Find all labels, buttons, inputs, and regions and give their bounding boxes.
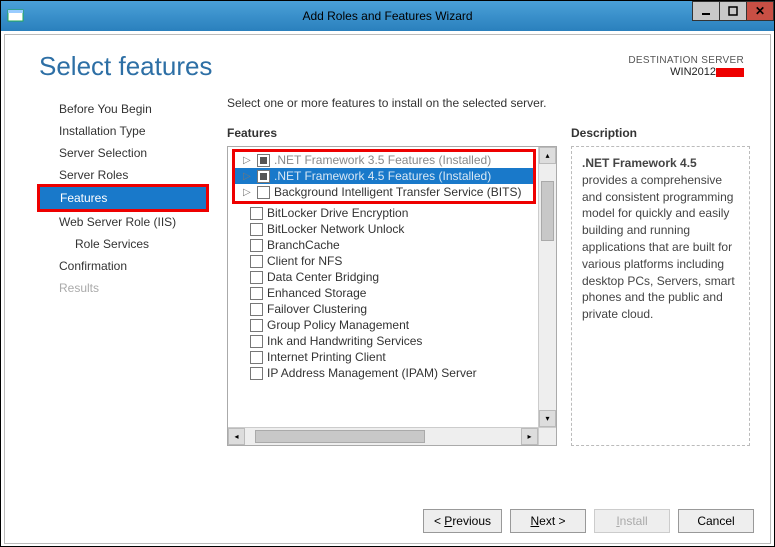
hscroll-thumb[interactable] [255, 430, 425, 443]
wizard-page: Select features DESTINATION SERVER WIN20… [4, 34, 771, 544]
nav-item-results: Results [15, 277, 215, 299]
vertical-scrollbar[interactable]: ▴ ▾ [538, 147, 556, 427]
minimize-button[interactable] [692, 1, 720, 21]
maximize-button[interactable] [719, 1, 747, 21]
feature-item[interactable]: ▷ .NET Framework 3.5 Features (Installed) [235, 152, 533, 168]
window-title: Add Roles and Features Wizard [302, 9, 472, 23]
feature-label: BranchCache [267, 238, 340, 252]
expand-icon[interactable]: ▷ [243, 171, 253, 182]
cancel-button[interactable]: Cancel [678, 509, 754, 533]
description-body: provides a comprehensive and consistent … [582, 173, 735, 321]
feature-label: BitLocker Network Unlock [267, 222, 404, 236]
wizard-icon [7, 9, 25, 23]
feature-checkbox[interactable] [257, 154, 270, 167]
feature-item[interactable]: Client for NFS [228, 253, 538, 269]
wizard-nav: Before You BeginInstallation TypeServer … [15, 96, 215, 446]
feature-checkbox[interactable] [250, 367, 263, 380]
feature-checkbox[interactable] [250, 303, 263, 316]
feature-checkbox[interactable] [250, 335, 263, 348]
destination-server-name: WIN2012 [670, 66, 716, 78]
title-bar: Add Roles and Features Wizard ✕ [1, 1, 774, 31]
scroll-corner [538, 427, 556, 445]
feature-label: Internet Printing Client [267, 350, 386, 364]
feature-label: Failover Clustering [267, 302, 367, 316]
expand-icon[interactable]: ▷ [243, 155, 253, 166]
close-button[interactable]: ✕ [746, 1, 774, 21]
feature-checkbox[interactable] [250, 207, 263, 220]
page-title: Select features [39, 51, 212, 82]
feature-checkbox[interactable] [250, 319, 263, 332]
feature-label: .NET Framework 3.5 Features (Installed) [274, 153, 491, 167]
feature-label: Background Intelligent Transfer Service … [274, 185, 521, 199]
instruction-text: Select one or more features to install o… [227, 96, 750, 110]
nav-highlight: Features [37, 184, 209, 212]
feature-checkbox[interactable] [250, 239, 263, 252]
feature-label: BitLocker Drive Encryption [267, 206, 408, 220]
install-button: Install [594, 509, 670, 533]
destination-server-info: DESTINATION SERVER WIN2012 [628, 55, 744, 78]
feature-item[interactable]: Enhanced Storage [228, 285, 538, 301]
feature-label: Enhanced Storage [267, 286, 366, 300]
feature-label: Group Policy Management [267, 318, 409, 332]
nav-item-server-selection[interactable]: Server Selection [15, 142, 215, 164]
description-feature-name: .NET Framework 4.5 [582, 156, 697, 170]
next-button[interactable]: Next > [510, 509, 586, 533]
feature-item[interactable]: Ink and Handwriting Services [228, 333, 538, 349]
expand-icon[interactable]: ▷ [243, 187, 253, 198]
nav-item-confirmation[interactable]: Confirmation [15, 255, 215, 277]
feature-item[interactable]: ▷ .NET Framework 4.5 Features (Installed) [235, 168, 533, 184]
scroll-down-button[interactable]: ▾ [539, 410, 556, 427]
nav-item-before-you-begin[interactable]: Before You Begin [15, 98, 215, 120]
features-listbox: ▷ .NET Framework 3.5 Features (Installed)… [227, 146, 557, 446]
scroll-up-button[interactable]: ▴ [539, 147, 556, 164]
feature-item[interactable]: Data Center Bridging [228, 269, 538, 285]
scroll-right-button[interactable]: ▸ [521, 428, 538, 445]
horizontal-scrollbar[interactable]: ◂ ▸ [228, 427, 538, 445]
nav-item-installation-type[interactable]: Installation Type [15, 120, 215, 142]
feature-item[interactable]: BitLocker Drive Encryption [228, 205, 538, 221]
feature-item[interactable]: IP Address Management (IPAM) Server [228, 365, 538, 381]
description-heading: Description [571, 126, 750, 140]
feature-checkbox[interactable] [250, 351, 263, 364]
redacted-text [716, 68, 744, 77]
nav-item-features[interactable]: Features [40, 187, 206, 209]
feature-checkbox[interactable] [250, 271, 263, 284]
feature-label: Data Center Bridging [267, 270, 379, 284]
feature-checkbox[interactable] [257, 170, 270, 183]
scroll-left-button[interactable]: ◂ [228, 428, 245, 445]
feature-label: IP Address Management (IPAM) Server [267, 366, 477, 380]
feature-item[interactable]: BranchCache [228, 237, 538, 253]
highlighted-features-group: ▷ .NET Framework 3.5 Features (Installed)… [232, 149, 536, 204]
feature-item[interactable]: Group Policy Management [228, 317, 538, 333]
previous-button[interactable]: < Previous [423, 509, 502, 533]
feature-item[interactable]: Internet Printing Client [228, 349, 538, 365]
feature-item[interactable]: Failover Clustering [228, 301, 538, 317]
feature-checkbox[interactable] [250, 223, 263, 236]
scroll-thumb[interactable] [541, 181, 554, 241]
description-panel: .NET Framework 4.5 provides a comprehens… [571, 146, 750, 446]
feature-checkbox[interactable] [250, 255, 263, 268]
feature-label: .NET Framework 4.5 Features (Installed) [274, 169, 491, 183]
feature-label: Client for NFS [267, 254, 342, 268]
feature-item[interactable]: ▷ Background Intelligent Transfer Service… [235, 184, 533, 200]
feature-label: Ink and Handwriting Services [267, 334, 422, 348]
nav-item-role-services[interactable]: Role Services [15, 233, 215, 255]
feature-checkbox[interactable] [257, 186, 270, 199]
nav-item-web-server-role-iis-[interactable]: Web Server Role (IIS) [15, 211, 215, 233]
feature-item[interactable]: BitLocker Network Unlock [228, 221, 538, 237]
features-heading: Features [227, 126, 557, 140]
nav-item-server-roles[interactable]: Server Roles [15, 164, 215, 186]
feature-checkbox[interactable] [250, 287, 263, 300]
destination-label: DESTINATION SERVER [628, 55, 744, 66]
